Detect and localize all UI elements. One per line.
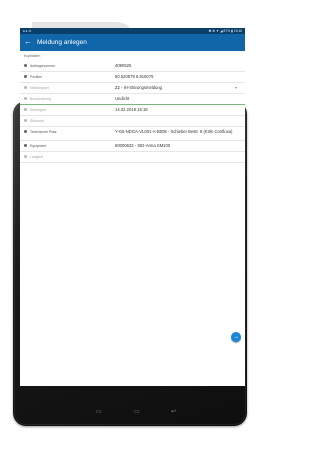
field-label: Beschreibung — [30, 97, 51, 101]
app-screen: ● ▸ ⊙ ✱ ⊕ ▼ ◢ 87% ▮ 15:46 ← Meldung anle… — [20, 28, 245, 386]
field-label: Position — [30, 75, 43, 79]
field-label: Auftragsnummer — [30, 64, 56, 68]
field-technischer-platz[interactable]: Technischer Platz Y-G5-NDGA-VL001-A-B008… — [20, 127, 245, 141]
edit-icon — [24, 97, 27, 100]
field-stoerbeginn[interactable]: Störbeginn 14.02.2019 15:18 — [20, 105, 245, 116]
field-stoerende[interactable]: Störende — [20, 116, 245, 127]
field-value[interactable]: 50000632 - SID-Arma SM100 — [115, 143, 241, 148]
field-equipment[interactable]: Equipment 50000632 - SID-Arma SM100 — [20, 141, 245, 152]
section-title: Kopfdaten — [24, 54, 41, 58]
field-meldungsart[interactable]: Meldungsart Z2 - IH-Störungsmeldung ▾ — [20, 83, 245, 94]
home-icon[interactable]: ▭ — [134, 408, 140, 415]
field-beschreibung[interactable]: Beschreibung Undicht — [20, 94, 245, 105]
gear-icon — [24, 144, 27, 147]
field-value[interactable]: Z2 - IH-Störungsmeldung — [115, 85, 241, 90]
hash-icon — [24, 64, 27, 67]
location-pin-icon — [24, 75, 27, 78]
field-value[interactable]: 14.02.2019 15:18 — [115, 107, 241, 112]
page-title: Meldung anlegen — [37, 39, 87, 46]
chevron-down-icon[interactable]: ▾ — [235, 85, 237, 90]
location-pin-icon — [24, 130, 27, 133]
field-value[interactable]: Undicht — [115, 96, 241, 101]
calendar-icon — [24, 108, 27, 111]
calendar-icon — [24, 119, 27, 122]
field-label: Equipment — [30, 144, 47, 148]
field-label: Störbeginn — [30, 108, 47, 112]
field-label: Meldungsart — [30, 86, 49, 90]
field-label: Störende — [30, 119, 44, 123]
recent-apps-icon[interactable]: ▭ — [96, 408, 102, 415]
field-label: Technischer Platz — [30, 130, 57, 134]
field-value[interactable]: 50.520579 6.916075 — [115, 74, 241, 79]
text-icon — [24, 155, 27, 158]
field-value[interactable]: Y-G5-NDGA-VL001-A-B008 - Schieber Bestr.… — [115, 129, 241, 134]
tag-icon — [24, 86, 27, 89]
field-position[interactable]: Position 50.520579 6.916075 — [20, 72, 245, 83]
back-arrow-icon[interactable]: ← — [24, 37, 32, 47]
field-auftragsnummer[interactable]: Auftragsnummer 4090525 — [20, 61, 245, 72]
field-value[interactable]: 4090525 — [115, 63, 241, 68]
field-langtext[interactable]: Langtext — [20, 152, 245, 163]
field-label: Langtext — [30, 155, 44, 159]
form-list: Auftragsnummer 4090525 Position 50.52057… — [20, 61, 245, 163]
next-fab-button[interactable]: → — [231, 332, 241, 342]
back-nav-icon[interactable]: ↩ — [171, 408, 176, 415]
app-bar: ← Meldung anlegen — [20, 34, 245, 51]
